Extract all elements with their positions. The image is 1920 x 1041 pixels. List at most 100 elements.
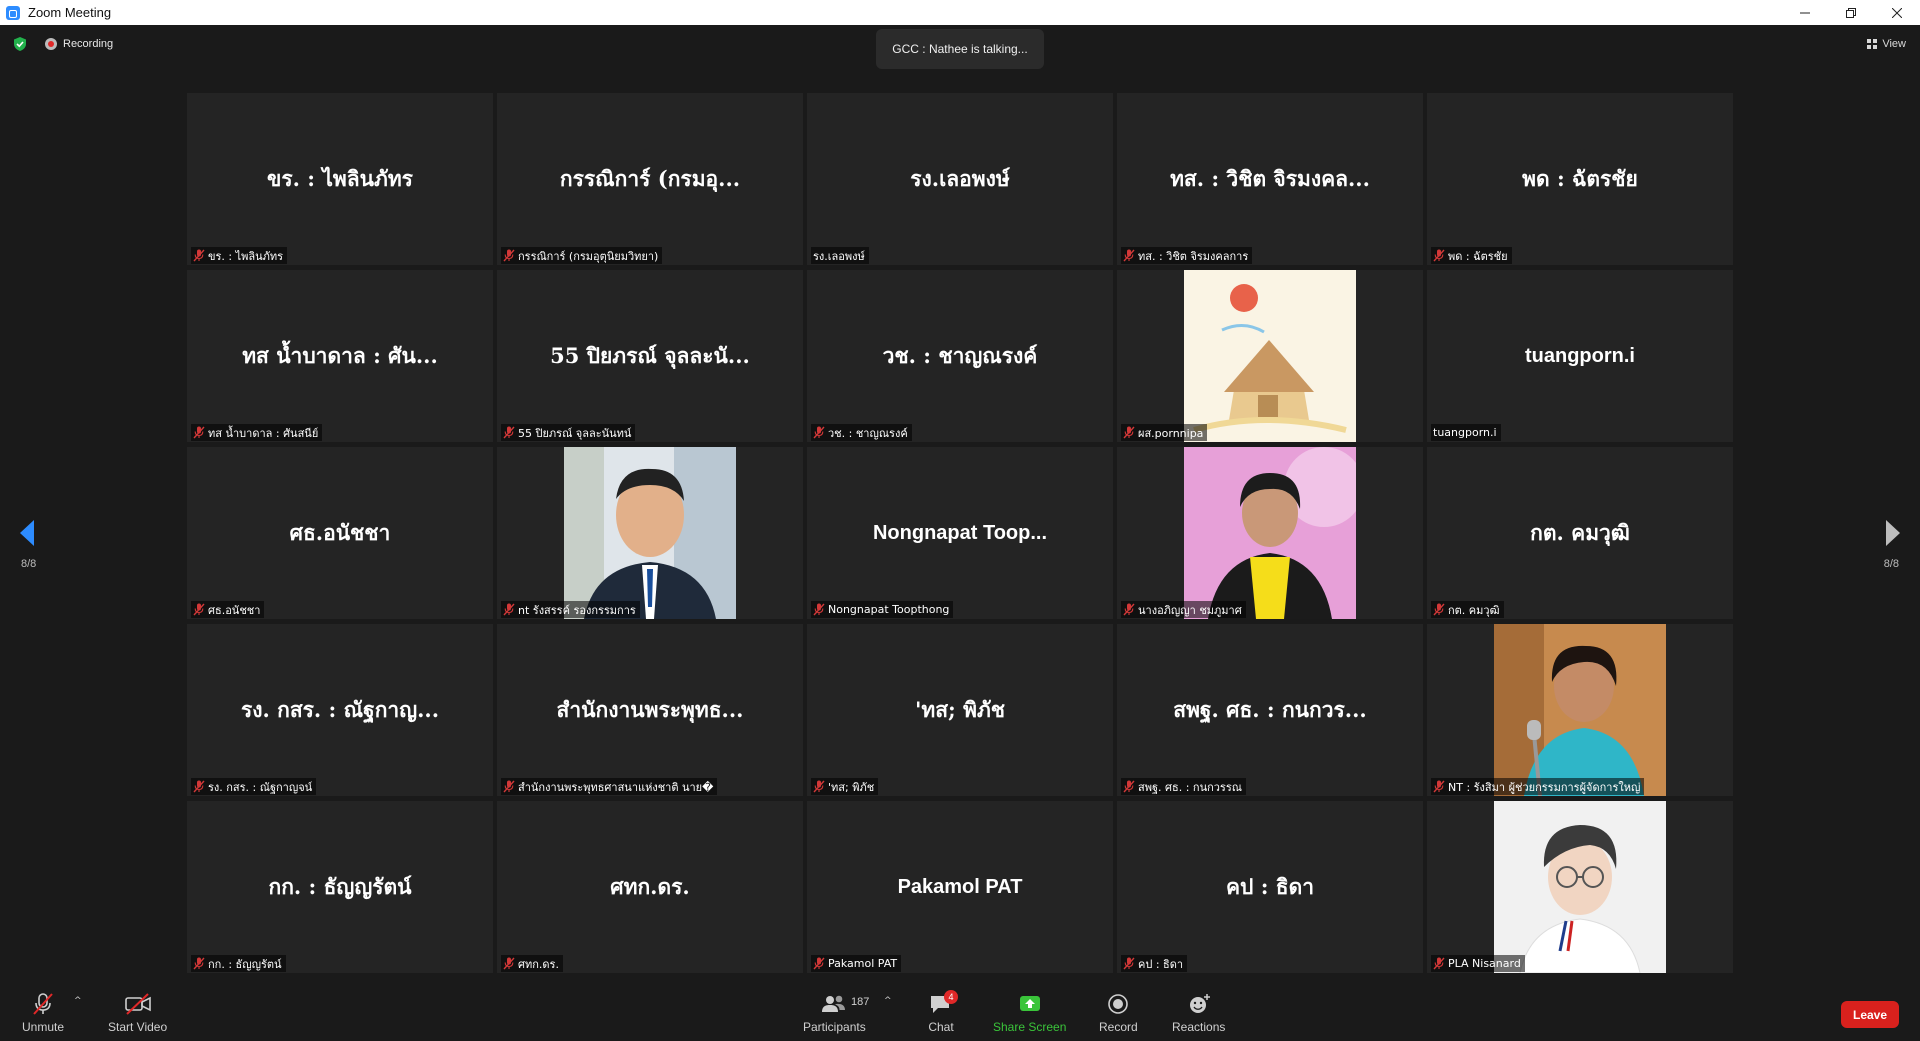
- participant-display-name: วช. : ชาญณรงค์: [882, 342, 1038, 368]
- security-shield-icon[interactable]: [12, 36, 28, 52]
- participant-name-text: 55 ปิยภรณ์ จุลละนันทน์: [518, 426, 632, 440]
- participant-name-label: nt รังสรรค์ รองกรรมการ: [501, 601, 640, 618]
- participant-name-label: วช. : ชาญณรงค์: [811, 424, 912, 441]
- participant-name-text: พด : ฉัตรชัย: [1448, 249, 1508, 263]
- audio-options-caret-icon[interactable]: ^: [74, 996, 82, 1006]
- muted-microphone-icon: [503, 603, 515, 616]
- participant-name-text: สพฐ. ศธ. : กนกวรรณ: [1138, 780, 1242, 794]
- active-speaker-banner: GCC : Nathee is talking...: [876, 29, 1044, 69]
- view-button[interactable]: View: [1867, 38, 1906, 50]
- participant-tile[interactable]: Pakamol PAT Pakamol PAT: [807, 801, 1113, 973]
- participant-name-label: ทส น้ำบาดาล : ศันสนีย์: [191, 424, 323, 441]
- muted-microphone-icon: [813, 957, 825, 970]
- recording-label: Recording: [63, 38, 114, 50]
- start-video-button[interactable]: Start Video: [108, 992, 167, 1034]
- window-controls: [1782, 0, 1920, 25]
- leave-label: Leave: [1852, 1007, 1888, 1022]
- muted-microphone-icon: [503, 957, 515, 970]
- participant-name-label: รง. กสร. : ณัฐกาญจน์: [191, 778, 317, 795]
- participant-display-name: รง. กสร. : ณัฐกาญ...: [240, 696, 440, 722]
- participant-tile[interactable]: tuangporn.i tuangporn.i: [1427, 270, 1733, 442]
- participant-name-text: tuangporn.i: [1433, 426, 1497, 439]
- participant-name-text: นางอภิญญา ชมภูมาศ: [1138, 603, 1242, 617]
- participant-name-text: ทส น้ำบาดาล : ศันสนีย์: [208, 426, 319, 440]
- participant-name-label: NT : รังสิมา ผู้ช่วยกรรมการผู้จัดการใหญ่: [1431, 778, 1645, 795]
- muted-microphone-icon: [1433, 957, 1445, 970]
- participant-tile[interactable]: 'ทส; พิภัช 'ทส; พิภัช: [807, 624, 1113, 796]
- leave-button[interactable]: Leave: [1841, 1001, 1899, 1028]
- participant-name-label: กก. : ธัญญรัตน์: [191, 955, 286, 972]
- reactions-button[interactable]: Reactions: [1172, 992, 1225, 1034]
- meeting-topbar: Recording GCC : Nathee is talking... Vie…: [0, 25, 1920, 69]
- participant-display-name: Pakamol PAT: [897, 875, 1023, 898]
- participant-name-label: ขร. : ไพลินภัทร: [191, 247, 288, 264]
- muted-microphone-icon: [813, 780, 825, 793]
- participant-tile[interactable]: รง. กสร. : ณัฐกาญ... รง. กสร. : ณัฐกาญจน์: [187, 624, 493, 796]
- participant-display-name: Nongnapat Toop...: [872, 521, 1048, 544]
- participant-tile[interactable]: กต. คมวุฒิ กต. คมวุฒิ: [1427, 447, 1733, 619]
- participant-name-text: วช. : ชาญณรงค์: [828, 426, 908, 440]
- recording-indicator[interactable]: Recording: [45, 38, 113, 50]
- participant-video: [1494, 801, 1666, 973]
- participant-tile[interactable]: ผส.pornnipa: [1117, 270, 1423, 442]
- participant-tile[interactable]: คป : ธิดา คป : ธิดา: [1117, 801, 1423, 973]
- participant-tile[interactable]: ศธ.อนัชชา ศธ.อนัชชา: [187, 447, 493, 619]
- participant-name-text: คป : ธิดา: [1138, 957, 1184, 971]
- start-video-label: Start Video: [108, 1020, 168, 1034]
- participant-name-text: ศทก.ดร.: [518, 957, 559, 971]
- participant-tile[interactable]: ทส. : วิชิต จิรมงคล... ทส. : วิชิต จิรมงค…: [1117, 93, 1423, 265]
- participant-name-label: Pakamol PAT: [811, 955, 902, 972]
- participant-tile[interactable]: สพฐ. ศธ. : กนกวร... สพฐ. ศธ. : กนกวรรณ: [1117, 624, 1423, 796]
- muted-microphone-icon: [193, 249, 205, 262]
- participant-name-text: รง. กสร. : ณัฐกาญจน์: [208, 780, 313, 794]
- record-label: Record: [1099, 1020, 1138, 1034]
- participant-name-label: PLA Nisanard: [1431, 955, 1525, 972]
- participant-tile[interactable]: ศทก.ดร. ศทก.ดร.: [497, 801, 803, 973]
- previous-page-arrow-icon[interactable]: [18, 518, 38, 548]
- video-camera-off-icon: [124, 993, 151, 1015]
- active-speaker-text: GCC : Nathee is talking...: [892, 42, 1028, 56]
- participant-display-name: ขร. : ไพลินภัทร: [267, 165, 413, 191]
- participant-display-name: ทส น้ำบาดาล : ศัน...: [242, 342, 438, 368]
- participant-display-name: คป : ธิดา: [1226, 873, 1314, 899]
- participant-tile[interactable]: NT : รังสิมา ผู้ช่วยกรรมการผู้จัดการใหญ่: [1427, 624, 1733, 796]
- restore-button[interactable]: [1828, 0, 1874, 25]
- unmute-button[interactable]: Unmute: [22, 992, 64, 1034]
- participant-tile[interactable]: กก. : ธัญญรัตน์ กก. : ธัญญรัตน์: [187, 801, 493, 973]
- minimize-button[interactable]: [1782, 0, 1828, 25]
- participant-tile[interactable]: พด : ฉัตรชัย พด : ฉัตรชัย: [1427, 93, 1733, 265]
- participant-tile[interactable]: สำนักงานพระพุทธ... สำนักงานพระพุทธศาสนาแห…: [497, 624, 803, 796]
- participant-display-name: tuangporn.i: [1525, 344, 1635, 367]
- meeting-toolbar: Unmute ^ Start Video Participants 187 ^ …: [0, 982, 1920, 1041]
- participant-tile[interactable]: Nongnapat Toop... Nongnapat Toopthong: [807, 447, 1113, 619]
- muted-microphone-icon: [193, 426, 205, 439]
- participant-name-label: Nongnapat Toopthong: [811, 601, 954, 618]
- participant-tile[interactable]: PLA Nisanard: [1427, 801, 1733, 973]
- participant-tile[interactable]: วช. : ชาญณรงค์ วช. : ชาญณรงค์: [807, 270, 1113, 442]
- reactions-label: Reactions: [1172, 1020, 1226, 1034]
- participant-name-label: รง.เลอพงษ์: [811, 247, 869, 264]
- participant-tile[interactable]: นางอภิญญา ชมภูมาศ: [1117, 447, 1423, 619]
- muted-microphone-icon: [1123, 249, 1135, 262]
- participants-options-caret-icon[interactable]: ^: [884, 996, 892, 1006]
- record-button[interactable]: Record: [1099, 992, 1138, 1034]
- participant-tile[interactable]: nt รังสรรค์ รองกรรมการ: [497, 447, 803, 619]
- participant-tile[interactable]: ขร. : ไพลินภัทร ขร. : ไพลินภัทร: [187, 93, 493, 265]
- participant-tile[interactable]: รง.เลอพงษ์ รง.เลอพงษ์: [807, 93, 1113, 265]
- next-page-arrow-icon[interactable]: [1882, 518, 1902, 548]
- page-indicator-left: 8/8: [21, 558, 37, 570]
- participant-name-label: กรรณิการ์ (กรมอุตุนิยมวิทยา): [501, 247, 663, 264]
- participant-display-name: 'ทส; พิภัช: [914, 696, 1006, 722]
- participant-video: [1184, 447, 1364, 619]
- participant-name-text: PLA Nisanard: [1448, 957, 1521, 970]
- participant-tile[interactable]: ทส น้ำบาดาล : ศัน... ทส น้ำบาดาล : ศันสนี…: [187, 270, 493, 442]
- participant-tile[interactable]: กรรณิการ์ (กรมอุ... กรรณิการ์ (กรมอุตุนิย…: [497, 93, 803, 265]
- participant-tile[interactable]: 55 ปิยภรณ์ จุลละนั... 55 ปิยภรณ์ จุลละนัน…: [497, 270, 803, 442]
- record-icon: [1108, 994, 1129, 1014]
- view-label: View: [1882, 38, 1906, 50]
- share-screen-button[interactable]: Share Screen: [993, 992, 1066, 1034]
- muted-microphone-icon: [503, 780, 515, 793]
- close-button[interactable]: [1874, 0, 1920, 25]
- participant-name-label: ศธ.อนัชชา: [191, 601, 265, 618]
- participants-count: 187: [851, 996, 870, 1008]
